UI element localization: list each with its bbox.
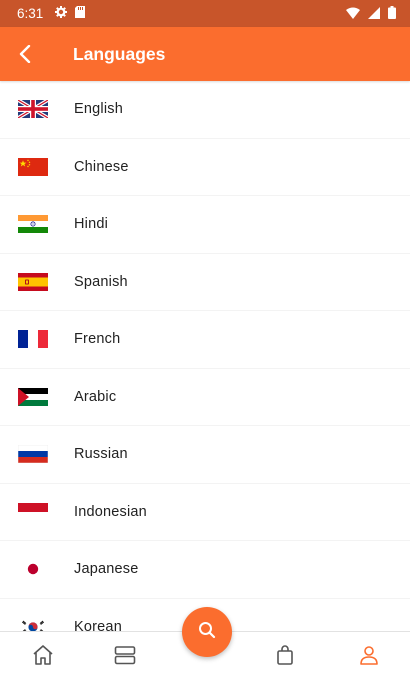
language-item-indonesian[interactable]: Indonesian	[0, 484, 410, 541]
shopping-bag-icon[interactable]	[272, 642, 298, 668]
indonesia-flag-icon	[18, 502, 48, 521]
china-flag-icon	[18, 157, 48, 176]
search-icon	[197, 620, 217, 645]
page-title: Languages	[73, 43, 166, 64]
search-button[interactable]	[182, 607, 232, 657]
france-flag-icon	[18, 330, 48, 349]
language-item-japanese[interactable]: Japanese	[0, 541, 410, 599]
layers-icon[interactable]	[112, 642, 138, 668]
signal-icon	[368, 6, 380, 22]
language-list: English Chinese Hindi Spanish French Ara…	[0, 81, 410, 656]
language-label: Arabic	[74, 388, 117, 405]
language-label: Indonesian	[74, 503, 147, 520]
language-item-arabic[interactable]: Arabic	[0, 369, 410, 426]
app-bar: Languages	[0, 27, 410, 81]
language-label: Spanish	[74, 273, 128, 290]
language-label: French	[74, 331, 121, 348]
language-item-french[interactable]: French	[0, 311, 410, 369]
spain-flag-icon	[18, 272, 48, 291]
battery-icon	[388, 6, 396, 22]
home-icon[interactable]	[30, 642, 56, 668]
language-item-russian[interactable]: Russian	[0, 426, 410, 484]
status-bar: 6:31	[0, 0, 410, 27]
palestine-flag-icon	[18, 387, 48, 406]
language-item-hindi[interactable]: Hindi	[0, 196, 410, 254]
language-label: Hindi	[74, 216, 109, 233]
uk-flag-icon	[18, 100, 48, 119]
japan-flag-icon	[18, 560, 48, 579]
person-icon[interactable]	[356, 642, 382, 668]
language-item-chinese[interactable]: Chinese	[0, 139, 410, 196]
status-time: 6:31	[17, 6, 44, 21]
language-label: Chinese	[74, 158, 129, 175]
language-item-english[interactable]: English	[0, 81, 410, 139]
russia-flag-icon	[18, 445, 48, 464]
wifi-icon	[346, 7, 360, 22]
back-arrow-icon[interactable]	[15, 44, 35, 64]
india-flag-icon	[18, 215, 48, 234]
sd-card-icon	[75, 6, 86, 21]
language-label: Russian	[74, 446, 128, 463]
language-label: English	[74, 101, 123, 118]
gear-icon	[55, 6, 68, 21]
language-label: Japanese	[74, 561, 139, 578]
language-item-spanish[interactable]: Spanish	[0, 254, 410, 311]
